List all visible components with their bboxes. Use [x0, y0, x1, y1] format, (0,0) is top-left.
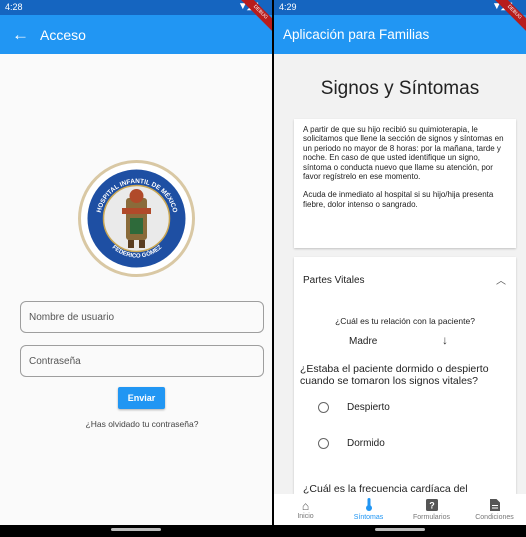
tab-condiciones[interactable]: Condiciones: [463, 494, 526, 525]
vitals-panel: Partes Vitales ︿ ¿Cuál es tu relación co…: [294, 257, 516, 494]
document-icon: [489, 498, 500, 514]
thermometer-icon: [365, 498, 373, 514]
status-time: 4:29: [279, 2, 297, 12]
page-title: Signos y Síntomas: [320, 78, 480, 99]
radio-asleep[interactable]: Dormido: [318, 438, 385, 449]
status-bar: 4:28 ▼◢▮ DEBUG: [0, 0, 272, 35]
status-time: 4:28: [5, 2, 23, 12]
submit-button[interactable]: Enviar: [118, 387, 165, 409]
relation-dropdown[interactable]: Madre: [349, 336, 377, 347]
info-paragraph-2: Acuda de inmediato al hospital si su hij…: [303, 190, 494, 209]
gesture-bar: [0, 525, 272, 537]
arrow-down-icon[interactable]: ↓: [442, 333, 448, 347]
tab-sintomas[interactable]: Síntomas: [337, 494, 400, 525]
app-bar: ← Acceso: [0, 15, 272, 54]
app-bar: Aplicación para Familias: [274, 15, 526, 54]
password-field[interactable]: Contraseña: [20, 345, 264, 377]
tab-label: Condiciones: [475, 513, 514, 521]
tab-inicio[interactable]: ⌂ Inicio: [274, 494, 337, 525]
username-field[interactable]: Nombre de usuario: [20, 301, 264, 333]
bottom-navigation: ⌂ Inicio Síntomas ? Formularios Condicio…: [274, 494, 526, 525]
forgot-password-link[interactable]: ¿Has olvidado tu contraseña?: [0, 419, 272, 429]
relation-question: ¿Cuál es tu relación con la paciente?: [335, 316, 475, 326]
radio-awake[interactable]: Despierto: [318, 402, 390, 413]
home-indicator[interactable]: [111, 528, 161, 531]
tab-label: Síntomas: [353, 514, 384, 521]
sleep-question: ¿Estaba el paciente dormido o despierto …: [300, 363, 489, 387]
home-icon: ⌂: [301, 498, 310, 513]
app-bar-title: Acceso: [40, 26, 86, 43]
tab-label: Inicio: [297, 512, 314, 520]
radio-asleep-label: Dormido: [347, 438, 385, 449]
status-bar: 4:29 ▼◢▮ DEBUG: [274, 0, 526, 35]
symptoms-screen: 4:29 ▼◢▮ DEBUG Aplicación para Familias …: [274, 0, 526, 537]
login-screen: 4:28 ▼◢▮ DEBUG ← Acceso HOSPITAL INFANTI…: [0, 0, 272, 537]
section-header[interactable]: Partes Vitales: [303, 275, 365, 286]
password-placeholder: Contraseña: [29, 355, 81, 367]
info-card: A partir de que su hijo recibió su quimi…: [294, 119, 516, 248]
svg-text:?: ?: [429, 500, 435, 510]
radio-circle-icon[interactable]: [318, 402, 329, 413]
info-paragraph-1: A partir de que su hijo recibió su quimi…: [303, 125, 504, 182]
tab-label: Formularios: [413, 513, 450, 521]
radio-awake-label: Despierto: [347, 402, 390, 413]
form-icon: ?: [425, 498, 438, 514]
heart-rate-question: ¿Cuál es la frecuencia cardíaca del: [303, 483, 468, 494]
tab-formularios[interactable]: ? Formularios: [400, 494, 463, 525]
username-placeholder: Nombre de usuario: [29, 311, 115, 323]
home-indicator[interactable]: [375, 528, 425, 531]
hospital-logo: HOSPITAL INFANTIL DE MÉXICO FEDERICO GÓM…: [78, 160, 195, 277]
radio-circle-icon[interactable]: [318, 438, 329, 449]
back-arrow-icon[interactable]: ←: [12, 25, 40, 45]
chevron-up-icon[interactable]: ︿: [496, 272, 506, 287]
gesture-bar: [274, 525, 526, 537]
app-bar-title: Aplicación para Familias: [283, 27, 430, 42]
